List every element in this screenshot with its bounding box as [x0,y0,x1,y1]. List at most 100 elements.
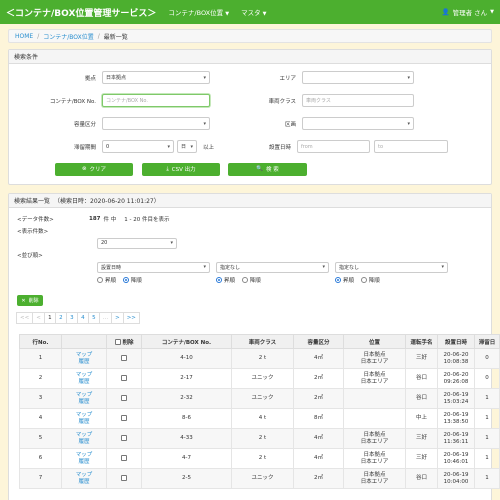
history-link[interactable]: 履歴 [78,399,89,405]
capacity-cell: 4㎥ [293,448,344,469]
map-link[interactable]: マップ [76,452,93,458]
breadcrumb-home[interactable]: HOME [15,33,33,40]
container-no-cell: 2-32 [141,388,232,409]
history-link[interactable]: 履歴 [78,359,89,365]
install-datetime-cell: 20-06-19 11:36:11 [437,428,475,449]
app-brand[interactable]: ＜コンテナ/BOX位置管理サービス＞ [6,6,156,19]
vehicle-class-cell: 2 t [231,448,294,469]
map-link[interactable]: マップ [76,472,93,478]
install-date: 20-06-19 [443,431,469,438]
section-label: 区画 [284,121,296,128]
chevron-down-icon: ▾ [170,240,173,246]
display-count-select[interactable]: 20 ▾ [97,237,177,249]
container-no-cell: 2-5 [141,468,232,489]
install-time: 10:08:38 [443,358,469,365]
stay-unit-select[interactable]: 日 ▾ [177,140,197,153]
row-delete-checkbox[interactable] [121,374,127,381]
date-from-input[interactable]: from [297,140,370,153]
breadcrumb-section[interactable]: コンテナ/BOX位置 [43,32,93,41]
page-last[interactable]: >> [122,312,140,324]
history-link[interactable]: 履歴 [78,379,89,385]
caret-down-icon: ▼ [490,9,494,15]
sort3-desc-radio[interactable]: 降順 [360,277,380,284]
map-link[interactable]: マップ [76,392,93,398]
base-select[interactable]: 日本拠点 ▾ [102,71,210,84]
col-driver: 運転手名 [405,334,438,349]
chevron-down-icon: ▾ [203,74,206,81]
sort1-desc-radio[interactable]: 降順 [122,277,142,284]
row-links: マップ 履歴 [61,368,107,389]
chevron-down-icon: ▾ [203,264,206,270]
chevron-down-icon: ▾ [322,264,325,270]
location-base: 日本拠点 [363,371,386,378]
row-delete-checkbox[interactable] [121,454,127,461]
breadcrumb-separator: / [37,32,40,40]
row-no: 7 [19,468,62,489]
nav-menu-container-position[interactable]: コンテナ/BOX位置 ▼ [168,7,229,17]
container-no-input[interactable]: コンテナ/BOX No. [102,94,210,107]
area-select[interactable]: ▾ [302,71,414,84]
chevron-down-icon: ▾ [441,264,444,270]
install-date: 20-06-19 [443,411,469,418]
page-first[interactable]: << [16,312,34,324]
chevron-down-icon: ▾ [407,120,410,127]
col-stay-days: 滞留日 [474,334,500,349]
capacity-select[interactable]: ▾ [102,117,210,130]
sort2-select[interactable]: 指定なし ▾ [216,261,329,273]
table-row: 1 マップ 履歴 4-10 2 t 4㎥ 日本拠点 日本エリア 三好 20-06-20 10:08:… [19,348,500,369]
clear-button[interactable]: ⊗ クリア [55,162,133,176]
table-row: 2 マップ 履歴 2-17 ユニック 2㎥ 日本拠点 日本エリア 谷口 20-06-20 09:26… [19,368,500,389]
base-label: 拠点 [84,75,96,82]
stay-period-select[interactable]: 0 ▾ [102,140,174,153]
csv-export-button[interactable]: ⤓ CSV 出力 [142,162,220,176]
stay-period-label: 滞留期間 [73,144,96,151]
delete-button-label: 削除 [28,298,39,304]
chevron-down-icon: ▾ [190,143,193,150]
history-link[interactable]: 履歴 [78,459,89,465]
capacity-cell: 4㎥ [293,428,344,449]
vehicle-class-input[interactable]: 車両クラス [302,94,414,107]
sort1-asc-radio[interactable]: 昇順 [97,277,116,284]
map-link[interactable]: マップ [76,372,93,378]
map-link[interactable]: マップ [76,432,93,438]
select-all-checkbox[interactable] [114,339,121,345]
row-delete-checkbox[interactable] [121,414,127,421]
sort-order-label: <並び順> [17,253,43,259]
history-link[interactable]: 履歴 [78,419,89,425]
user-menu[interactable]: 👤 管理者 さん ▼ [441,7,494,17]
search-panel: 検索条件 拠点 日本拠点 ▾ エリア ▾ コンテナ/BOX No. コンテナ/BO… [8,49,492,185]
sort3-select[interactable]: 指定なし ▾ [335,261,448,273]
sort2-asc-radio[interactable]: 昇順 [216,277,235,284]
sort3-asc-radio[interactable]: 昇順 [335,277,354,284]
sort2-desc-radio[interactable]: 降順 [241,277,261,284]
row-delete-checkbox[interactable] [121,434,127,441]
row-delete-checkbox[interactable] [121,394,127,401]
date-to-input[interactable]: to [374,140,448,153]
location-area: 日本エリア [360,458,389,465]
vehicle-class-cell: 2 t [231,428,294,449]
sort1-value: 設置日時 [101,264,122,271]
map-link[interactable]: マップ [76,352,93,358]
base-select-value: 日本拠点 [106,75,127,81]
capacity-cell: 2㎥ [293,368,344,389]
row-delete-checkbox[interactable] [121,474,127,481]
clear-icon: ⊗ [81,166,87,172]
col-location: 位置 [343,334,406,349]
history-link[interactable]: 履歴 [78,439,89,445]
row-delete [106,428,142,449]
driver-cell: 三好 [405,448,438,469]
search-button[interactable]: 🔍 検 索 [228,162,307,176]
map-link[interactable]: マップ [76,412,93,418]
table-row: 4 マップ 履歴 8-6 4 t 8㎥ 中上 20-06-19 13:38:50 1 [19,408,500,429]
row-delete-checkbox[interactable] [121,354,127,361]
results-search-time: （検索日時：2020-06-20 11:01:27） [54,198,160,205]
delete-button[interactable]: ✕ 削除 [17,295,43,306]
sort1-select[interactable]: 設置日時 ▾ [97,261,210,273]
container-no-cell: 4-10 [141,348,232,369]
col-delete-label: 削除 [122,339,134,346]
history-link[interactable]: 履歴 [78,479,89,485]
section-select[interactable]: ▾ [302,117,414,130]
row-no: 5 [19,428,62,449]
stay-suffix: 以上 [203,144,215,151]
nav-menu-master[interactable]: マスタ ▼ [241,7,266,17]
